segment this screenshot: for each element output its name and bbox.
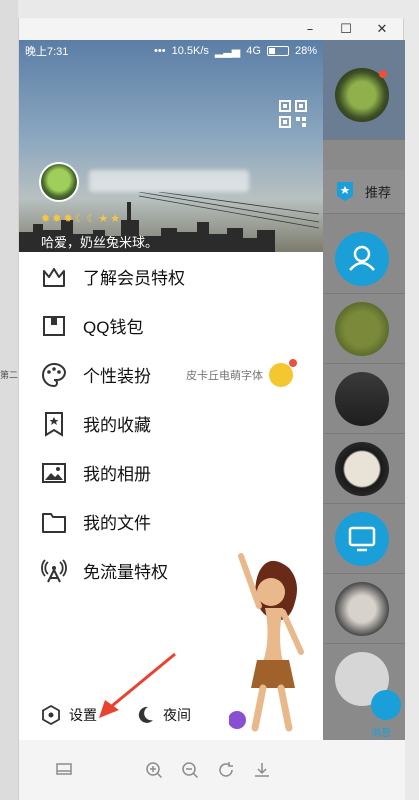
user-avatar[interactable]	[39, 162, 79, 202]
moon-icon	[135, 705, 155, 725]
battery-percent: 28%	[294, 45, 317, 57]
list-item[interactable]: 消息	[321, 644, 405, 740]
avatar	[335, 302, 389, 356]
settings-label: 设置	[69, 707, 97, 723]
bookmark-star-icon	[41, 411, 67, 437]
background-text-fragment: 第二	[0, 371, 19, 381]
contacts-avatar	[335, 232, 389, 286]
avatar	[335, 442, 389, 496]
list-item[interactable]	[321, 294, 405, 364]
menu-item-files[interactable]: 我的文件	[19, 497, 323, 546]
folder-icon	[41, 509, 67, 535]
crown-icon	[41, 264, 67, 290]
menu-label: 我的收藏	[83, 416, 151, 435]
star-icon: ★	[98, 213, 109, 225]
antenna-icon	[41, 558, 67, 584]
zoom-out-icon[interactable]	[181, 761, 199, 779]
menu-label: 我的相册	[83, 465, 151, 484]
sun-icon: ✹	[41, 213, 51, 225]
toolbar-tools	[145, 761, 271, 779]
side-drawer: 晚上7:31 ••• 10.5K/s ▂▃▅ 4G 28% ✹ ✹ ✹ ☾ ☾ …	[19, 40, 323, 740]
menu-label: 个性装扮	[83, 367, 151, 386]
palette-icon	[41, 362, 67, 388]
sun-icon: ✹	[63, 213, 73, 225]
rotate-icon[interactable]	[217, 761, 235, 779]
settings-button[interactable]: 设置	[41, 705, 97, 725]
emulator-toolbar	[19, 740, 405, 800]
notification-dot	[289, 358, 297, 367]
recommend-row[interactable]: 推荐	[321, 170, 405, 214]
sun-icon: ✹	[52, 213, 62, 225]
status-bar: 晚上7:31 ••• 10.5K/s ▂▃▅ 4G 28%	[19, 40, 323, 62]
drawer-menu: 了解会员特权 QQ钱包 个性装扮 皮卡丘电萌字体 我的收藏 我的相册 我的文件 …	[19, 252, 323, 595]
settings-gear-icon	[41, 705, 61, 725]
message-tab-label: 消息	[371, 728, 391, 739]
window-titlebar: – ☐ ✕	[19, 18, 403, 40]
night-mode-button[interactable]: 夜间	[135, 705, 191, 725]
qq-level-icons[interactable]: ✹ ✹ ✹ ☾ ☾ ★ ★	[41, 212, 120, 225]
menu-label: 我的文件	[83, 514, 151, 533]
emulator-window: – ☐ ✕ 推荐 消息 晚上7:31 ••• 10.5K/s ▂▃▅ 4G 28…	[18, 18, 405, 800]
maximize-button[interactable]: ☐	[339, 22, 353, 37]
network-speed: 10.5K/s	[171, 45, 209, 57]
star-icon: ★	[110, 213, 121, 225]
profile-header: 晚上7:31 ••• 10.5K/s ▂▃▅ 4G 28% ✹ ✹ ✹ ☾ ☾ …	[19, 40, 323, 252]
menu-label: 了解会员特权	[83, 269, 185, 288]
list-item[interactable]	[321, 434, 405, 504]
menu-item-vip[interactable]: 了解会员特权	[19, 252, 323, 301]
username-blurred[interactable]	[89, 170, 249, 192]
drawer-bottom-bar: 设置 夜间	[19, 690, 323, 740]
list-item[interactable]	[321, 504, 405, 574]
wallet-icon	[41, 313, 67, 339]
dressup-promo: 皮卡丘电萌字体	[186, 358, 297, 387]
moon-icon: ☾	[74, 213, 85, 225]
network-type: 4G	[246, 45, 261, 57]
zoom-in-icon[interactable]	[145, 761, 163, 779]
list-item[interactable]	[321, 224, 405, 294]
avatar	[335, 372, 389, 426]
qr-code-icon[interactable]	[279, 100, 307, 128]
right-header	[321, 40, 405, 140]
moon-icon: ☾	[86, 213, 97, 225]
menu-item-dressup[interactable]: 个性装扮 皮卡丘电萌字体	[19, 350, 323, 399]
menu-item-favorites[interactable]: 我的收藏	[19, 399, 323, 448]
night-label: 夜间	[163, 707, 191, 723]
menu-label: 免流量特权	[83, 563, 168, 582]
recommend-icon	[337, 182, 353, 201]
background-app-strip: 第二	[0, 0, 18, 800]
promo-text: 皮卡丘电萌字体	[186, 369, 263, 382]
message-tab-icon[interactable]	[371, 690, 401, 720]
screen-icon[interactable]	[55, 761, 73, 779]
minimize-button[interactable]: –	[303, 22, 317, 37]
recommend-label: 推荐	[365, 185, 392, 200]
device-avatar	[335, 512, 389, 566]
download-icon[interactable]	[253, 761, 271, 779]
menu-item-wallet[interactable]: QQ钱包	[19, 301, 323, 350]
status-time: 晚上7:31	[25, 46, 69, 58]
pikachu-icon	[269, 358, 297, 387]
menu-item-album[interactable]: 我的相册	[19, 448, 323, 497]
signal-icon: ▂▃▅	[214, 45, 241, 58]
more-dots-icon: •••	[154, 45, 166, 57]
avatar	[335, 582, 389, 636]
photo-icon	[41, 460, 67, 486]
conversation-list-dimmed: 推荐 消息	[321, 40, 405, 740]
menu-label: QQ钱包	[83, 318, 144, 337]
notification-dot	[379, 70, 387, 78]
close-button[interactable]: ✕	[375, 22, 389, 37]
list-item[interactable]	[321, 364, 405, 434]
battery-icon	[266, 46, 289, 56]
phone-screen: 推荐 消息 晚上7:31 ••• 10.5K/s ▂▃▅ 4G 28% ✹ ✹ …	[19, 40, 405, 740]
list-item[interactable]	[321, 574, 405, 644]
user-signature[interactable]: 哈爱，奶丝兔米球。	[41, 232, 158, 251]
